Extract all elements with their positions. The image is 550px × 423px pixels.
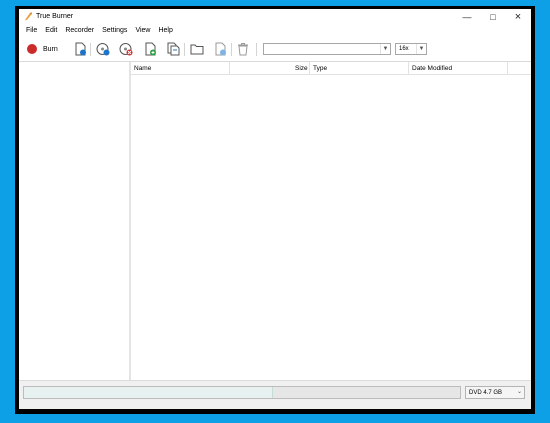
- toolbar-separator: [90, 43, 91, 56]
- app-logo-icon: [24, 12, 33, 21]
- close-button[interactable]: ×: [505, 9, 531, 25]
- app-window: True Burner — □ × File Edit Recorder Set…: [19, 9, 531, 409]
- column-separator[interactable]: [507, 62, 508, 74]
- minimize-button[interactable]: —: [454, 9, 480, 25]
- menu-bar: File Edit Recorder Settings View Help: [19, 25, 531, 37]
- menu-settings[interactable]: Settings: [98, 25, 131, 37]
- speed-select-value: 16x: [399, 46, 409, 52]
- column-header-date[interactable]: Date Modified: [412, 65, 452, 73]
- column-header-size[interactable]: Size: [295, 65, 308, 73]
- chevron-down-icon[interactable]: ▼: [380, 44, 390, 54]
- open-folder-icon[interactable]: [190, 42, 204, 56]
- burn-icon: [27, 44, 37, 54]
- drive-select[interactable]: ▼: [263, 43, 391, 55]
- toolbar-separator: [256, 43, 257, 56]
- burn-label: Burn: [43, 45, 58, 53]
- file-properties-icon[interactable]: [213, 42, 227, 56]
- file-list-pane[interactable]: Name Size Type Date Modified: [131, 62, 531, 380]
- column-separator[interactable]: [229, 62, 230, 74]
- menu-file[interactable]: File: [22, 25, 41, 37]
- window-title: True Burner: [36, 13, 74, 20]
- column-separator[interactable]: [309, 62, 310, 74]
- toolbar: Burn ▼ 16x ▼: [19, 38, 531, 62]
- toolbar-separator: [231, 43, 232, 56]
- menu-help[interactable]: Help: [154, 25, 176, 37]
- delete-icon[interactable]: [236, 42, 250, 56]
- disc-type-select[interactable]: DVD 4.7 GB ⌄: [465, 386, 525, 399]
- new-data-disc-icon[interactable]: [73, 42, 87, 56]
- list-header: Name Size Type Date Modified: [131, 62, 531, 75]
- chevron-down-icon[interactable]: ⌄: [517, 388, 522, 395]
- burn-button[interactable]: Burn: [27, 42, 58, 56]
- capacity-progress-bar: [23, 386, 461, 399]
- status-bar: DVD 4.7 GB ⌄: [19, 380, 531, 409]
- maximize-button[interactable]: □: [480, 9, 506, 25]
- add-file-icon[interactable]: [143, 42, 157, 56]
- copy-disc-icon[interactable]: [166, 42, 180, 56]
- disc-type-value: DVD 4.7 GB: [469, 390, 503, 396]
- speed-select[interactable]: 16x ▼: [395, 43, 427, 55]
- capacity-progress-fill: [24, 387, 273, 398]
- column-header-name[interactable]: Name: [134, 65, 151, 73]
- new-audio-disc-icon[interactable]: [96, 42, 110, 56]
- menu-edit[interactable]: Edit: [41, 25, 61, 37]
- title-bar[interactable]: True Burner — □ ×: [19, 9, 531, 25]
- chevron-down-icon[interactable]: ▼: [416, 44, 426, 54]
- toolbar-separator: [184, 43, 185, 56]
- column-header-type[interactable]: Type: [313, 65, 327, 73]
- erase-disc-icon[interactable]: [119, 42, 133, 56]
- menu-recorder[interactable]: Recorder: [61, 25, 98, 37]
- menu-view[interactable]: View: [131, 25, 154, 37]
- column-separator[interactable]: [408, 62, 409, 74]
- folder-tree-pane[interactable]: [19, 62, 129, 380]
